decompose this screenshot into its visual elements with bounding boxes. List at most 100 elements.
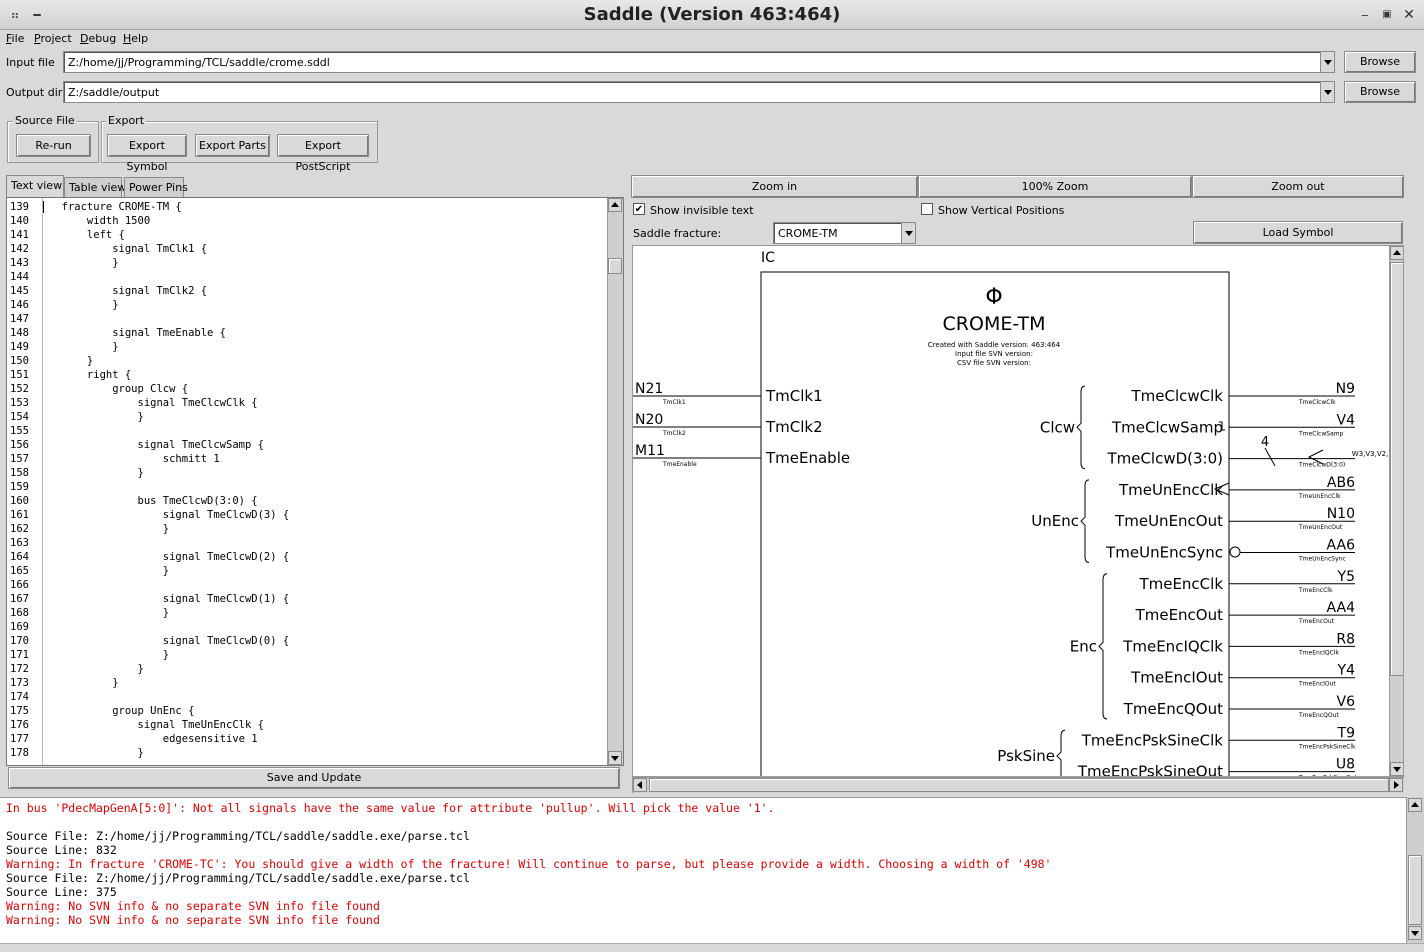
- tab-table-view[interactable]: Table view: [64, 177, 126, 197]
- right-pin-label: TmeClcwD(3:0): [1106, 450, 1223, 468]
- chevron-down-icon[interactable]: [901, 223, 915, 243]
- show-vertical-checkbox[interactable]: [921, 203, 933, 215]
- export-parts-button[interactable]: Export Parts: [195, 134, 270, 157]
- right-pin-net: TmeEncOut: [1298, 618, 1335, 625]
- line-text: group Clcw {: [49, 383, 189, 395]
- line-text: signal TmeClcwD(1) {: [49, 593, 290, 605]
- code-vertical-scrollbar[interactable]: [607, 198, 623, 765]
- export-postscript-button[interactable]: Export PostScript: [277, 134, 369, 173]
- save-update-button[interactable]: Save and Update: [8, 767, 620, 789]
- log-line: Warning: In fracture 'CROME-TC': You sho…: [6, 857, 1052, 871]
- ref-designator: IC: [761, 250, 775, 266]
- line-number: 158: [10, 467, 29, 479]
- saddle-fracture-label: Saddle fracture:: [633, 227, 722, 240]
- right-pin-number: Y4: [1337, 663, 1356, 679]
- bus-width-label: 4: [1261, 435, 1269, 450]
- log-line: Warning: No SVN info & no separate SVN i…: [6, 899, 380, 913]
- right-pin-number: N10: [1327, 506, 1355, 522]
- tab-text-view[interactable]: Text view: [6, 175, 64, 197]
- right-pin-net: TmeEncIQClk: [1298, 649, 1339, 656]
- scroll-thumb[interactable]: [608, 258, 622, 274]
- line-number: 147: [10, 313, 29, 325]
- menu-file[interactable]: File: [6, 32, 24, 45]
- scroll-up-icon[interactable]: [1390, 246, 1403, 260]
- menu-help[interactable]: Help: [123, 32, 148, 45]
- input-browse-button[interactable]: Browse: [1344, 51, 1416, 73]
- line-text: group UnEnc {: [49, 705, 195, 717]
- load-symbol-button[interactable]: Load Symbol: [1193, 221, 1403, 244]
- log-line: Source File: Z:/home/jj/Programming/TCL/…: [6, 871, 470, 885]
- info-line-2: Input file SVN version:: [955, 350, 1033, 358]
- group-label: Enc: [1070, 637, 1097, 655]
- canvas-horizontal-scrollbar[interactable]: [632, 777, 1404, 793]
- export-legend: Export: [106, 114, 147, 127]
- bus-slash: [1264, 447, 1276, 467]
- scroll-up-icon[interactable]: [1408, 798, 1422, 812]
- right-pin-label: TmeClcwSamp: [1111, 418, 1223, 436]
- log-vertical-scrollbar[interactable]: [1406, 797, 1424, 943]
- right-pin-net: TmeClcwClk: [1298, 399, 1336, 406]
- show-invisible-label: Show invisible text: [650, 204, 754, 217]
- output-dir-label: Output dir: [6, 86, 63, 99]
- chevron-down-icon[interactable]: [1320, 82, 1334, 102]
- symbol-canvas[interactable]: IC Φ CROME-TM Created with Saddle versio…: [632, 245, 1404, 777]
- show-invisible-checkbox[interactable]: ✔: [633, 203, 645, 215]
- canvas-vscroll-thumb[interactable]: [1390, 262, 1403, 676]
- line-text: signal TmeUnEncClk {: [49, 719, 264, 731]
- tab-power-pins[interactable]: Power Pins: [124, 177, 188, 197]
- rerun-button[interactable]: Re-run: [16, 134, 91, 157]
- scroll-down-icon[interactable]: [1408, 926, 1422, 940]
- line-number: 164: [10, 551, 29, 563]
- phi-symbol: Φ: [985, 285, 1002, 310]
- zoom-in-button[interactable]: Zoom in: [631, 175, 918, 198]
- minimize-icon[interactable]: ‒: [1356, 6, 1374, 24]
- line-number: 144: [10, 271, 29, 283]
- line-text: }: [49, 467, 144, 479]
- scroll-right-icon[interactable]: [1389, 778, 1403, 792]
- line-text: signal TmeClcwD(2) {: [49, 551, 290, 563]
- line-text: }: [49, 649, 170, 661]
- menu-bar: File Project Debug Help: [0, 30, 1424, 50]
- right-pin-number: U8: [1336, 757, 1355, 773]
- log-output[interactable]: In bus 'PdecMapGenA[5:0]': Not all signa…: [0, 797, 1406, 943]
- scroll-up-icon[interactable]: [608, 198, 622, 212]
- menu-project[interactable]: Project: [34, 32, 72, 45]
- scroll-left-icon[interactable]: [633, 778, 647, 792]
- output-dir-combo[interactable]: Z:/saddle/output: [63, 81, 1335, 103]
- canvas-hscroll-thumb[interactable]: [649, 778, 1389, 792]
- chevron-down-icon[interactable]: [1320, 52, 1334, 72]
- fracture-select[interactable]: CROME-TM: [773, 222, 916, 244]
- line-text: signal TmClk1 {: [49, 243, 208, 255]
- inversion-bubble-icon: [1229, 546, 1241, 558]
- log-scroll-thumb[interactable]: [1408, 855, 1422, 925]
- export-symbol-button[interactable]: Export Symbol: [107, 134, 187, 173]
- right-pin-net: TmeUnEncSync: [1298, 556, 1346, 563]
- info-line-1: Created with Saddle version: 463:464: [928, 341, 1061, 349]
- line-number: 174: [10, 691, 29, 703]
- left-pin-net: TmClk1: [662, 399, 686, 406]
- line-number: 146: [10, 299, 29, 311]
- output-browse-button[interactable]: Browse: [1344, 81, 1416, 103]
- input-file-combo[interactable]: Z:/home/jj/Programming/TCL/saddle/crome.…: [63, 51, 1335, 73]
- pin-groups: Clcw UnEnc Enc PskSine: [997, 385, 1108, 776]
- scroll-down-icon[interactable]: [608, 751, 622, 765]
- group-label: Clcw: [1040, 418, 1075, 436]
- zoom-out-button[interactable]: Zoom out: [1192, 175, 1404, 198]
- line-number: 142: [10, 243, 29, 255]
- group-brace: [1080, 479, 1090, 563]
- maximize-icon[interactable]: ▣: [1378, 6, 1396, 24]
- canvas-vertical-scrollbar[interactable]: [1389, 246, 1403, 776]
- group-brace: [1098, 573, 1108, 720]
- menu-debug[interactable]: Debug: [80, 32, 116, 45]
- scroll-down-icon[interactable]: [1390, 762, 1403, 776]
- left-pin-label: TmClk1: [765, 387, 823, 405]
- group-brace: [1076, 385, 1086, 470]
- line-text: fracture CROME-TM {: [49, 201, 182, 213]
- component-name: CROME-TM: [943, 313, 1046, 335]
- zoom-100-button[interactable]: 100% Zoom: [918, 175, 1192, 198]
- line-text: }: [49, 663, 144, 675]
- close-icon[interactable]: ✕: [1400, 6, 1418, 24]
- right-pin-net: TmeClcwSamp: [1298, 430, 1344, 437]
- left-pin-label: TmeEnable: [765, 449, 850, 467]
- code-editor[interactable]: 139 fracture CROME-TM {140 width 1500 141…: [6, 197, 624, 766]
